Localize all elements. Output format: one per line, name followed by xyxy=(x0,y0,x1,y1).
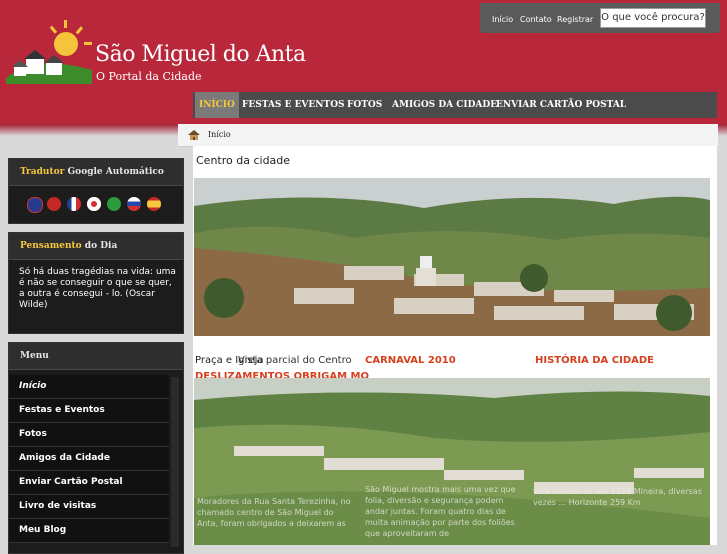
site-title[interactable]: São Miguel do Anta xyxy=(95,42,306,67)
news-title-historia[interactable]: HISTÓRIA DA CIDADE xyxy=(535,355,654,366)
menu-scrollbar[interactable] xyxy=(171,377,179,547)
thought-box-title: Pensamento do Dia xyxy=(9,233,183,260)
menu-item-fotos[interactable]: Fotos xyxy=(9,423,169,447)
news-excerpt-3: vida formou-se em 1822 Mineira, diversas… xyxy=(533,487,702,507)
flag-brazil-icon[interactable] xyxy=(107,197,121,211)
main-content: Centro da cidade Praça e Igreja DESLIZAM… xyxy=(193,146,717,545)
menu-box: Menu Início Festas e Eventos Fotos Amigo… xyxy=(8,342,184,554)
menu-item-livro[interactable]: Livro de visitas xyxy=(9,495,169,519)
flag-russia-icon[interactable] xyxy=(127,197,141,211)
breadcrumb: Início xyxy=(178,124,718,147)
menu-title: Menu xyxy=(20,351,49,361)
photo-caption: Vista parcial do Centro xyxy=(238,355,352,366)
translator-box: Tradutor Google Automático xyxy=(8,158,184,224)
thought-title-b: do Dia xyxy=(84,241,118,251)
site-subtitle: O Portal da Cidade xyxy=(96,70,202,83)
thought-quote: Só há duas tragédias na vida: uma é não … xyxy=(19,267,176,310)
menu-item-blog[interactable]: Meu Blog xyxy=(9,519,169,543)
top-link-registrar[interactable]: Registrar xyxy=(557,15,593,24)
news-title-carnaval[interactable]: CARNAVAL 2010 xyxy=(365,355,456,366)
city-center-photo[interactable] xyxy=(194,178,710,336)
news-excerpt-2: São Miguel mostra mais uma vez que folia… xyxy=(365,485,516,538)
top-link-inicio[interactable]: Início xyxy=(492,15,513,24)
flag-france-icon[interactable] xyxy=(67,197,81,211)
logo-icon[interactable] xyxy=(6,20,92,84)
nav-cartao[interactable]: ENVIAR CARTÃO POSTAL xyxy=(496,92,626,118)
main-nav: INÍCIO FESTAS E EVENTOS FOTOS AMIGOS DA … xyxy=(193,92,717,118)
nav-festas[interactable]: FESTAS E EVENTOS xyxy=(242,92,345,118)
translator-title-a: Tradutor xyxy=(20,167,65,177)
menu-box-title: Menu xyxy=(9,343,183,370)
page-title: Centro da cidade xyxy=(196,154,291,167)
thought-title-a: Pensamento xyxy=(20,241,82,251)
search-input[interactable]: O que você procura? xyxy=(600,8,706,28)
menu-item-festas[interactable]: Festas e Eventos xyxy=(9,399,169,423)
flag-china-icon[interactable] xyxy=(47,197,61,211)
flag-japan-icon[interactable] xyxy=(87,197,101,211)
news-excerpt-1: Moradores da Rua Santa Terezinha, no cha… xyxy=(197,497,351,528)
nav-inicio[interactable]: INÍCIO xyxy=(195,92,239,118)
flag-uk-icon[interactable] xyxy=(27,197,43,213)
flag-spain-icon[interactable] xyxy=(147,197,161,211)
home-icon[interactable] xyxy=(188,129,200,141)
translator-title-b: Google Automático xyxy=(67,167,164,177)
menu-item-cartao[interactable]: Enviar Cartão Postal xyxy=(9,471,169,495)
nav-amigos[interactable]: AMIGOS DA CIDADE xyxy=(392,92,497,118)
nav-fotos[interactable]: FOTOS xyxy=(347,92,382,118)
thought-box: Pensamento do Dia Só há duas tragédias n… xyxy=(8,232,184,334)
menu-item-amigos[interactable]: Amigos da Cidade xyxy=(9,447,169,471)
top-link-contato[interactable]: Contato xyxy=(520,15,552,24)
flags-row xyxy=(27,197,177,213)
breadcrumb-label[interactable]: Início xyxy=(208,130,231,139)
menu-item-inicio[interactable]: Início xyxy=(9,375,169,399)
translator-box-title: Tradutor Google Automático xyxy=(9,159,183,186)
